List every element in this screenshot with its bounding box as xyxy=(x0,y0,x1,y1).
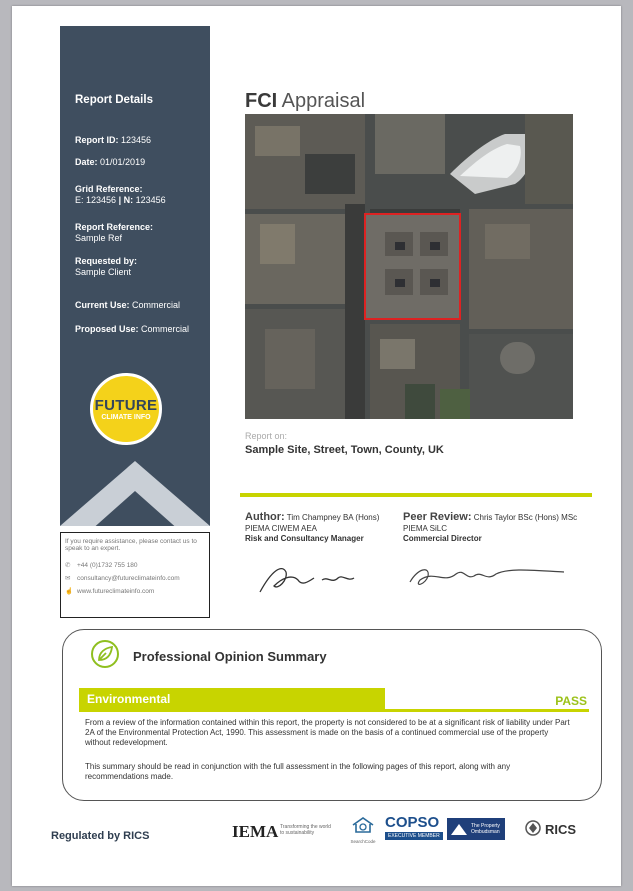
pointer-icon: ☝ xyxy=(65,588,74,595)
summary-title: Professional Opinion Summary xyxy=(133,649,327,664)
site-address: Sample Site, Street, Town, County, UK xyxy=(245,444,444,456)
document-title: FCI Appraisal xyxy=(245,90,366,112)
proposed-use-field: Proposed Use: Commercial xyxy=(75,324,190,334)
requested-by-field: Requested by: Sample Client xyxy=(75,256,138,277)
peer-review-block: Peer Review: Chris Taylor BSc (Hons) MSc… xyxy=(403,511,578,544)
peer-signature xyxy=(409,569,565,585)
phone-row: ✆ +44 (0)1732 755 180 xyxy=(65,562,138,569)
opinion-summary-box: Professional Opinion Summary Environment… xyxy=(62,629,602,801)
house-search-icon xyxy=(352,817,374,833)
phone-icon: ✆ xyxy=(65,562,71,569)
date-field: Date: 01/01/2019 xyxy=(75,157,146,167)
report-id-field: Report ID: 123456 xyxy=(75,135,152,145)
report-page: Report Details Report ID: 123456 Date: 0… xyxy=(12,6,621,886)
author-signature xyxy=(259,568,355,593)
summary-paragraph-1: From a review of the information contain… xyxy=(85,718,570,747)
rics-emblem-icon xyxy=(524,819,542,842)
contact-intro: If you require assistance, please contac… xyxy=(65,538,197,552)
grid-reference-field: Grid Reference: E: 123456 | N: 123456 xyxy=(75,184,166,205)
pass-status: PASS xyxy=(555,694,587,708)
environmental-bar: Environmental xyxy=(79,688,385,711)
iema-tagline: Transforming the world to sustainability xyxy=(280,824,331,836)
leaf-icon xyxy=(91,640,119,668)
environmental-rule xyxy=(79,709,589,712)
aerial-site-photo xyxy=(245,114,573,419)
email-row[interactable]: ✉ consultancy@futureclimateinfo.com xyxy=(65,574,205,582)
property-ombudsman-logo: The Property Ombudsman xyxy=(447,818,505,840)
chevron-decoration xyxy=(60,461,210,526)
searchcode-logo: SearchCode xyxy=(348,816,378,844)
sidebar-title: Report Details xyxy=(75,94,153,106)
summary-paragraph-2: This summary should be read in conjuncti… xyxy=(85,762,511,781)
report-details-sidebar: Report Details Report ID: 123456 Date: 0… xyxy=(60,26,210,526)
report-on-label: Report on: xyxy=(245,431,288,441)
accent-divider xyxy=(240,493,592,497)
author-block: Author: Tim Champney BA (Hons) PIEMA CIW… xyxy=(245,511,380,544)
ombudsman-mark-icon xyxy=(451,824,467,835)
report-reference-field: Report Reference: Sample Ref xyxy=(75,222,154,243)
future-climate-info-logo: FUTURE CLIMATE INFO xyxy=(90,373,162,445)
iema-logo: IEMA xyxy=(232,822,279,841)
web-row[interactable]: ☝ www.futureclimateinfo.com xyxy=(65,587,205,595)
contact-box: If you require assistance, please contac… xyxy=(60,532,210,618)
email-icon: ✉ xyxy=(65,575,71,582)
current-use-field: Current Use: Commercial xyxy=(75,300,181,310)
regulated-by-rics: Regulated by RICS xyxy=(51,830,150,842)
rics-logo: RICS xyxy=(545,822,577,837)
copso-logo: COPSO EXECUTIVE MEMBER xyxy=(385,814,443,840)
